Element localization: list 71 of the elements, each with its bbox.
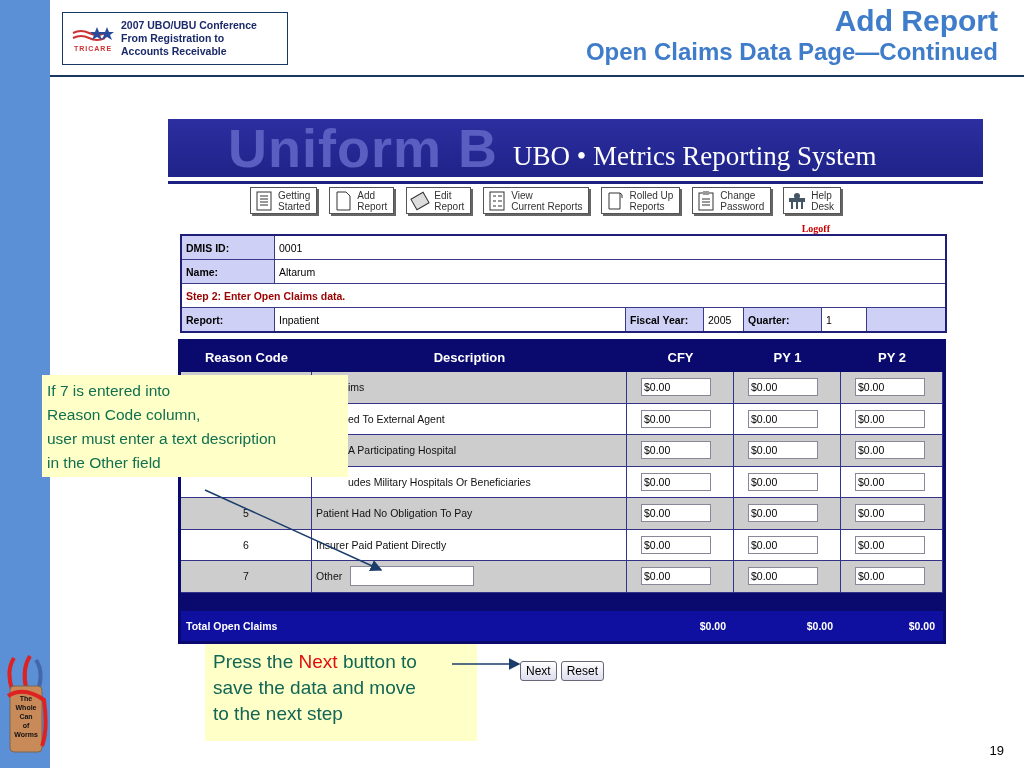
callout-note: Press the Next button to save the data and move to the next step [205, 644, 477, 741]
slide-title: Add Report [833, 4, 998, 38]
logo-text-line: From Registration to [121, 32, 226, 45]
description-text: udes Military Hospitals Or Beneficiaries [348, 475, 531, 488]
amount-field[interactable]: $0.00 [855, 535, 925, 554]
column-header: Description [432, 348, 507, 367]
column-header: CFY [666, 348, 695, 367]
amount-field[interactable]: $0.00 [641, 567, 711, 586]
nav-button[interactable]: Help Desk [783, 187, 842, 214]
nav-button[interactable]: Getting Started [250, 187, 318, 214]
amount-field[interactable]: $0.00 [748, 441, 818, 460]
field-label: DMIS ID: [182, 236, 275, 259]
amount-field[interactable]: $0.00 [855, 441, 925, 460]
amount-field[interactable]: $0.00 [641, 535, 711, 554]
description-text: ed To External Agent [348, 412, 445, 425]
amount-field[interactable]: $0.00 [855, 378, 925, 397]
field-label: Name: [182, 260, 275, 283]
checklist-icon [487, 189, 508, 212]
amount-field[interactable]: $0.00 [855, 567, 925, 586]
description-text: A Participating Hospital [348, 444, 456, 457]
page-icon [333, 189, 354, 212]
amount-field[interactable]: $0.00 [641, 441, 711, 460]
total-value: $0.00 [907, 619, 936, 632]
slide-subtitle: Open Claims Data Page—Continued [585, 38, 998, 66]
description-text: Patient Had No Obligation To Pay [316, 507, 473, 520]
logo-text-line: 2007 UBO/UBU Conference [121, 19, 257, 32]
amount-field[interactable]: $0.00 [748, 567, 818, 586]
field-label: Report: [182, 308, 275, 331]
amount-field[interactable]: $0.00 [855, 409, 925, 428]
amount-field[interactable]: $0.00 [748, 378, 818, 397]
amount-field[interactable]: $0.00 [641, 378, 711, 397]
page-number: 19 [989, 743, 1004, 758]
nav-button[interactable]: Rolled Up Reports [601, 187, 681, 214]
amount-field[interactable]: $0.00 [855, 472, 925, 491]
table-cell: 6 [181, 529, 312, 561]
field-label: Fiscal Year: [626, 308, 704, 331]
description-text: Other [316, 570, 343, 583]
amount-field[interactable]: $0.00 [641, 409, 711, 428]
field-label: Quarter: [744, 308, 822, 331]
total-value: $0.00 [805, 619, 834, 632]
amount-field[interactable]: $0.00 [748, 504, 818, 523]
column-header: Reason Code [203, 348, 290, 367]
callout-note: If 7 is entered into Reason Code column, user must enter a text description in the Other field [42, 375, 348, 477]
form-button[interactable]: Next [520, 660, 557, 681]
amount-field[interactable]: $0.00 [641, 472, 711, 491]
logoff-link[interactable]: Logoff [801, 223, 830, 234]
nav-button[interactable]: Change Password [692, 187, 772, 214]
logo-text-line: Accounts Receivable [121, 45, 228, 58]
amount-field[interactable]: $0.00 [748, 535, 818, 554]
column-header: PY 1 [772, 348, 803, 367]
banner-title: UBO • Metrics Reporting System [513, 141, 877, 172]
column-header: PY 2 [877, 348, 907, 367]
table-cell: 7 [181, 561, 312, 593]
nav-button[interactable]: Edit Report [406, 187, 472, 214]
banner-backdrop-text: Uniform B [228, 119, 499, 177]
document-list-icon [254, 189, 274, 212]
nav-button[interactable]: View Current Reports [483, 187, 590, 214]
clipboard-icon [696, 189, 717, 212]
page-icon [605, 189, 626, 212]
amount-field[interactable]: $0.00 [748, 472, 818, 491]
other-text-field[interactable] [350, 566, 475, 587]
amount-field[interactable]: $0.00 [748, 409, 818, 428]
amount-field[interactable]: $0.00 [855, 504, 925, 523]
nav-button[interactable]: Add Report [329, 187, 395, 214]
tilted-page-icon [410, 189, 431, 212]
arrow [451, 658, 521, 670]
total-label: Total Open Claims [185, 619, 279, 632]
description-text: ims [348, 381, 365, 394]
total-value: $0.00 [698, 619, 727, 632]
form-button[interactable]: Reset [560, 660, 605, 681]
amount-field[interactable]: $0.00 [641, 504, 711, 523]
